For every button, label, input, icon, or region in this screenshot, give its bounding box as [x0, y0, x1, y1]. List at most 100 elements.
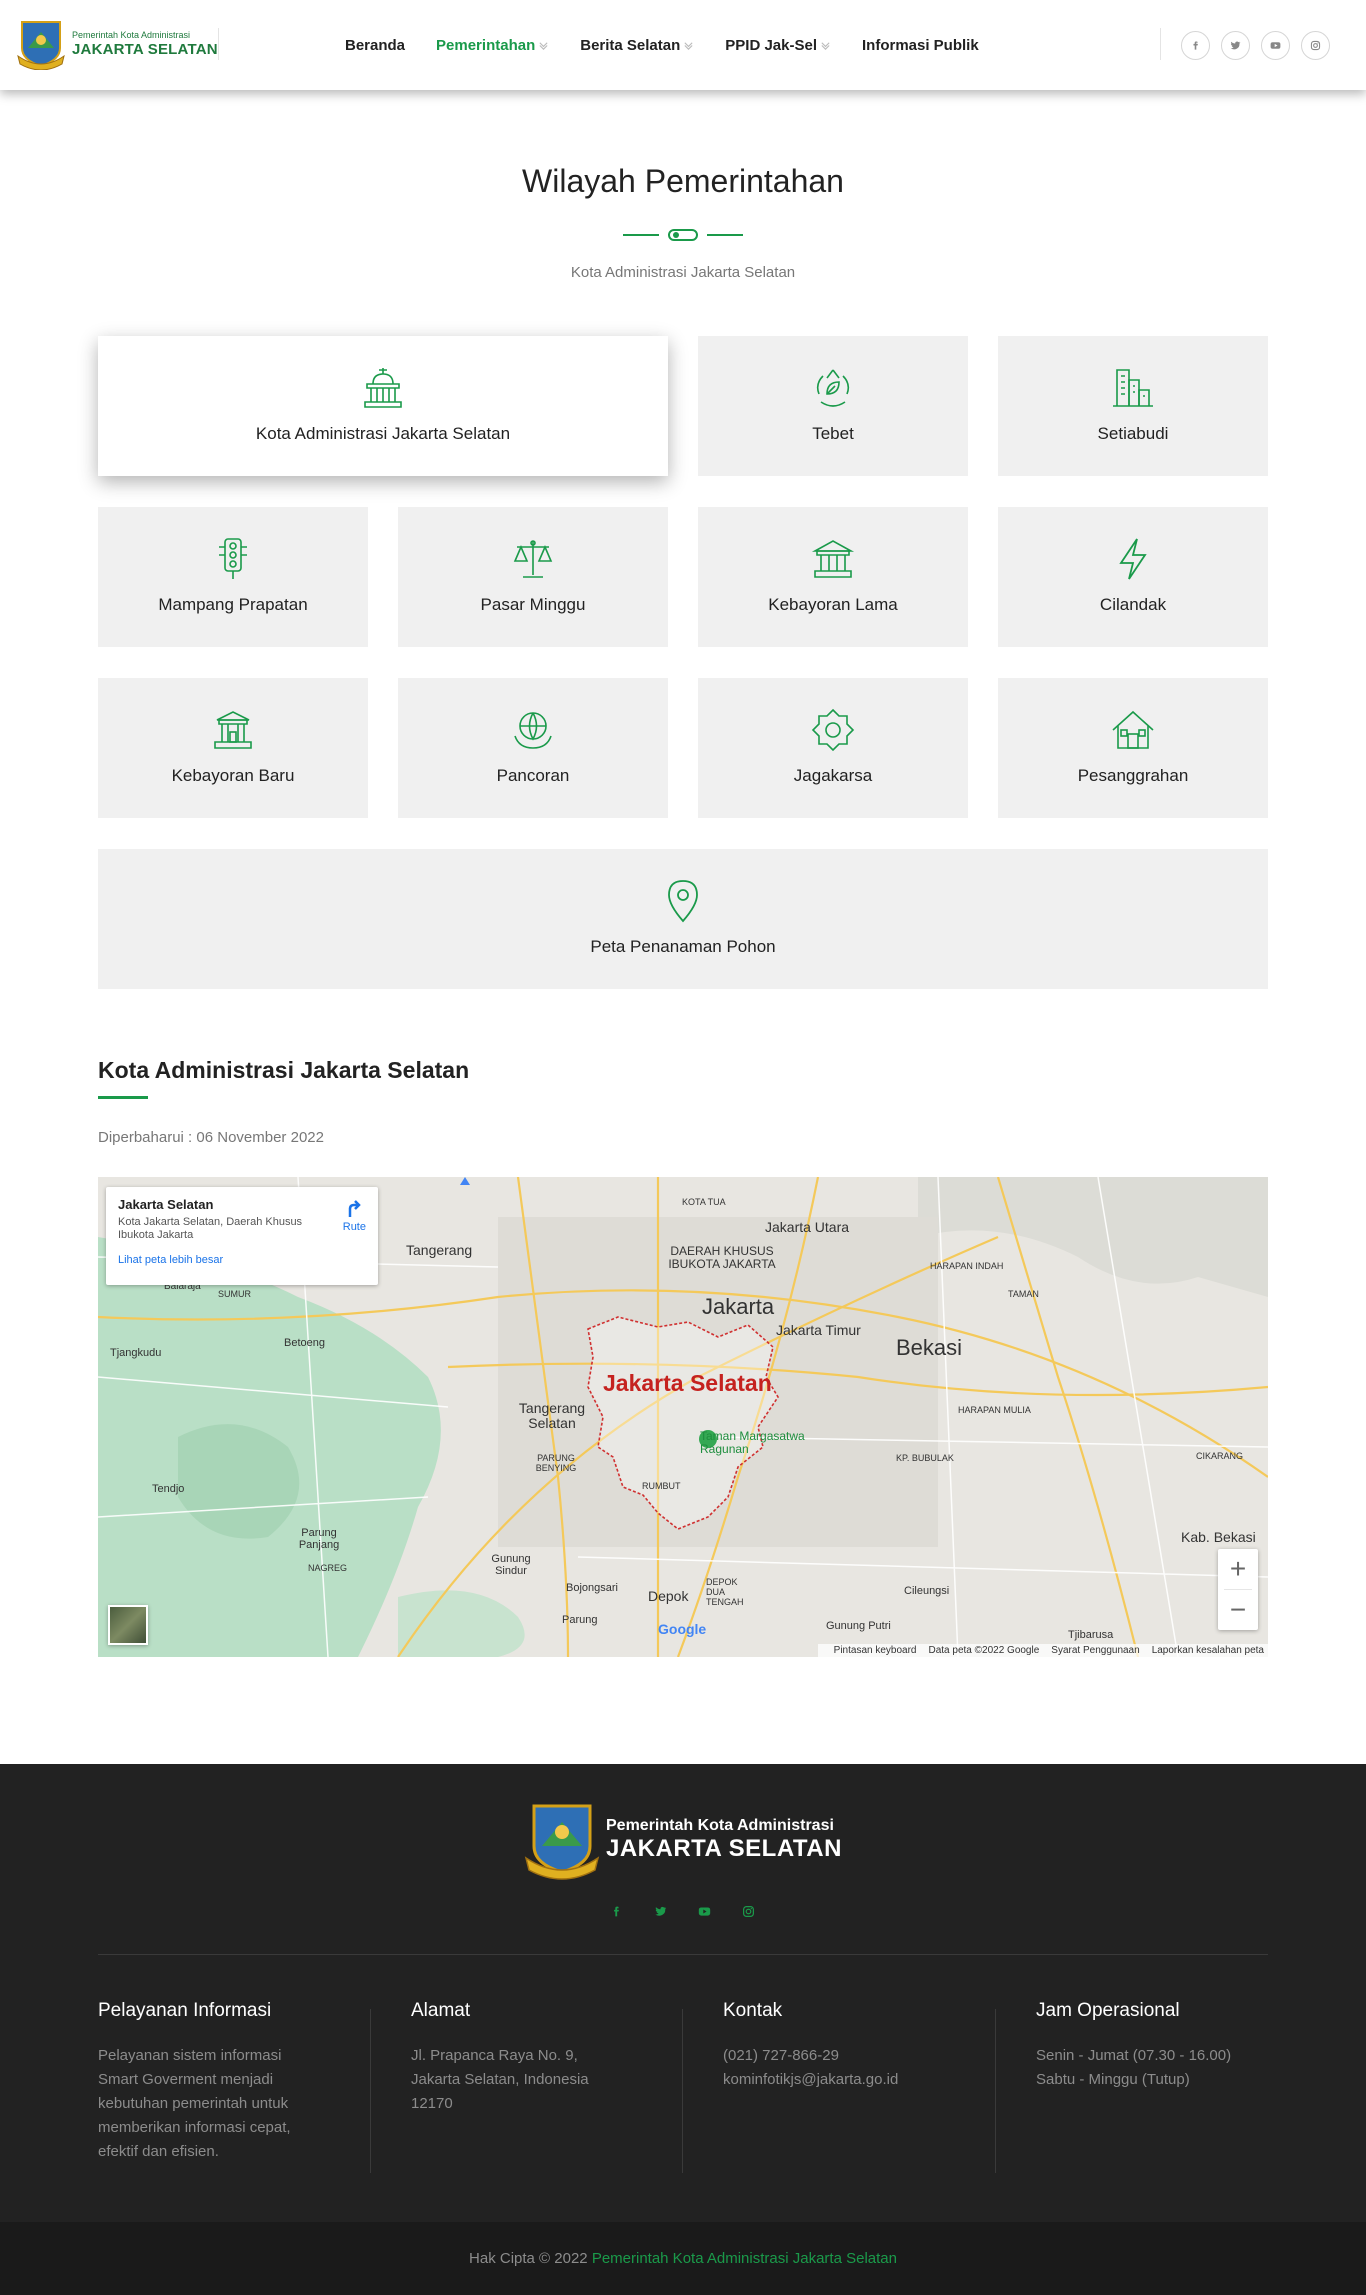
instagram-icon[interactable]: [1301, 31, 1330, 60]
phone-number[interactable]: (021) 727-866-29: [723, 2044, 983, 2068]
nav-berita-selatan[interactable]: Berita Selatan: [580, 37, 694, 54]
map-pin-icon: [668, 880, 698, 923]
map-label-kab-bekasi: Kab. Bekasi: [1181, 1529, 1256, 1545]
copyright-bar: Hak Cipta © 2022 Pemerintah Kota Adminis…: [0, 2222, 1366, 2295]
nav-label: Pemerintahan: [436, 36, 536, 54]
larger-map-link[interactable]: Lihat peta lebih besar: [118, 1254, 366, 1266]
card-label: Kebayoran Lama: [768, 595, 898, 614]
copyright-link[interactable]: Pemerintah Kota Administrasi Jakarta Sel…: [592, 2250, 897, 2267]
skyscraper-icon: [1113, 369, 1153, 407]
zoom-in-button[interactable]: +: [1218, 1549, 1258, 1589]
map-data-text: Data peta ©2022 Google: [928, 1645, 1040, 1656]
map-label-parung-panjang: Parung Panjang: [298, 1527, 340, 1551]
footer-text-line: Senin - Jumat (07.30 - 16.00): [1036, 2047, 1232, 2064]
footer-col-divider: [995, 2009, 996, 2173]
card-pasar-minggu[interactable]: Pasar Minggu: [398, 507, 668, 647]
page-title: Wilayah Pemerintahan: [522, 163, 844, 199]
facebook-icon[interactable]: [607, 1902, 625, 1920]
map-label-rumbut: RUMBUT: [642, 1481, 681, 1491]
map-label-parung: Parung: [562, 1614, 598, 1626]
page-subtitle: Kota Administrasi Jakarta Selatan: [570, 264, 796, 281]
card-pancoran[interactable]: Pancoran: [398, 678, 668, 818]
place-title: Jakarta Selatan: [118, 1197, 214, 1212]
map-label-taman: Taman Margasatwa Ragunan: [700, 1429, 805, 1456]
card-tebet[interactable]: Tebet: [698, 336, 968, 476]
card-kebayoran-baru[interactable]: Kebayoran Baru: [98, 678, 368, 818]
footer-logo[interactable]: Pemerintah Kota Administrasi JAKARTA SEL…: [524, 1800, 842, 1880]
nav-beranda[interactable]: Beranda: [345, 37, 405, 54]
nav-pemerintahan[interactable]: Pemerintahan: [436, 37, 549, 54]
route-label: Rute: [342, 1221, 366, 1233]
footer-text-line: Pelayanan sistem informasi: [98, 2047, 282, 2064]
card-setiabudi[interactable]: Setiabudi: [998, 336, 1268, 476]
card-jagakarsa[interactable]: Jagakarsa: [698, 678, 968, 818]
heading-underline: [98, 1096, 148, 1099]
map-label-harapan-indah: HARAPAN INDAH: [930, 1261, 1004, 1271]
map-label-depok-dua: DEPOK DUA TENGAH: [706, 1577, 744, 1607]
traffic-light-icon: [219, 538, 247, 579]
card-mampang-prapatan[interactable]: Mampang Prapatan: [98, 507, 368, 647]
report-error-link[interactable]: Laporkan kesalahan peta: [1152, 1645, 1264, 1656]
bank-building-icon: [811, 540, 855, 578]
card-kebayoran-lama[interactable]: Kebayoran Lama: [698, 507, 968, 647]
footer-col-jam: Jam Operasional Senin - Jumat (07.30 - 1…: [1036, 2000, 1296, 2092]
map-label-tangerang: Tangerang: [406, 1242, 473, 1258]
card-peta-penanaman-pohon[interactable]: Peta Penanaman Pohon: [98, 849, 1268, 989]
scale-icon: [513, 540, 553, 578]
map-label-kota-tua: KOTA TUA: [682, 1197, 726, 1207]
card-pesanggrahan[interactable]: Pesanggrahan: [998, 678, 1268, 818]
email-link[interactable]: kominfotikjs@jakarta.go.id: [723, 2068, 983, 2092]
updated-date: Diperbaharui : 06 November 2022: [98, 1129, 324, 1146]
badge-icon: [811, 708, 855, 752]
footer-text-line: Jl. Prapanca Raya No. 9,: [411, 2047, 578, 2064]
satellite-toggle[interactable]: [108, 1605, 148, 1645]
map-label-tjangkudu: Tjangkudu: [110, 1347, 162, 1359]
footer-col-title: Pelayanan Informasi: [98, 2000, 272, 2021]
chevron-down-icon: [539, 41, 548, 50]
logo-title: JAKARTA SELATAN: [72, 41, 218, 58]
main-nav: Beranda Pemerintahan Berita Selatan PPID…: [345, 0, 1010, 90]
header-divider: [1160, 28, 1161, 60]
card-label: Mampang Prapatan: [158, 595, 308, 614]
footer-text-line: kebutuhan pemerintah untuk: [98, 2095, 289, 2112]
route-button[interactable]: Rute: [343, 1199, 366, 1233]
footer-col-title: Alamat: [411, 2000, 471, 2021]
nav-label: PPID Jak-Sel: [725, 36, 817, 54]
twitter-icon[interactable]: [1221, 31, 1250, 60]
footer-text-line: efektif dan efisien.: [98, 2143, 219, 2160]
zoom-out-button[interactable]: −: [1218, 1590, 1258, 1630]
twitter-icon[interactable]: [651, 1902, 669, 1920]
map-label-tjibarusa: Tjibarusa: [1068, 1629, 1114, 1641]
youtube-icon[interactable]: [695, 1902, 713, 1920]
footer-logo-subtitle: Pemerintah Kota Administrasi: [606, 1817, 834, 1834]
map-label-betoeng: Betoeng: [284, 1337, 325, 1349]
nav-informasi-publik[interactable]: Informasi Publik: [862, 37, 979, 54]
nav-ppid[interactable]: PPID Jak-Sel: [725, 37, 831, 54]
card-cilandak[interactable]: Cilandak: [998, 507, 1268, 647]
facebook-icon[interactable]: [1181, 31, 1210, 60]
footer-socials: [607, 1902, 783, 1920]
section-heading: Kota Administrasi Jakarta Selatan: [98, 1057, 470, 1083]
instagram-icon[interactable]: [739, 1902, 757, 1920]
map-label-bekasi: Bekasi: [896, 1335, 963, 1360]
nav-label: Beranda: [345, 36, 406, 54]
terms-link[interactable]: Syarat Penggunaan: [1051, 1645, 1139, 1656]
card-kota-administrasi[interactable]: Kota Administrasi Jakarta Selatan: [98, 336, 668, 476]
chevron-down-icon: [684, 41, 693, 50]
footer-logo-title: JAKARTA SELATAN: [606, 1835, 842, 1862]
map-label-gunung-sindur: Gunung Sindur: [491, 1553, 531, 1577]
youtube-icon[interactable]: [1261, 31, 1290, 60]
card-label: Peta Penanaman Pohon: [590, 937, 776, 956]
card-label: Kebayoran Baru: [171, 766, 295, 785]
site-footer: Pemerintah Kota Administrasi JAKARTA SEL…: [0, 1764, 1366, 2295]
nav-label: Berita Selatan: [580, 36, 681, 54]
card-label: Tebet: [812, 424, 854, 443]
embedded-map[interactable]: Tangerang Jakarta Jakarta Utara Jakarta …: [98, 1177, 1268, 1657]
city-hall-icon: [364, 368, 402, 408]
map-place-card: Jakarta Selatan Kota Jakarta Selatan, Da…: [106, 1187, 378, 1285]
chevron-down-icon: [821, 41, 830, 50]
site-logo[interactable]: Pemerintah Kota Administrasi JAKARTA SEL…: [16, 18, 218, 70]
map-attribution: Pintasan keyboard Data peta ©2022 Google…: [817, 1644, 1268, 1657]
keyboard-shortcuts-link[interactable]: Pintasan keyboard: [834, 1645, 917, 1656]
map-label-sumur: SUMUR: [218, 1289, 251, 1299]
